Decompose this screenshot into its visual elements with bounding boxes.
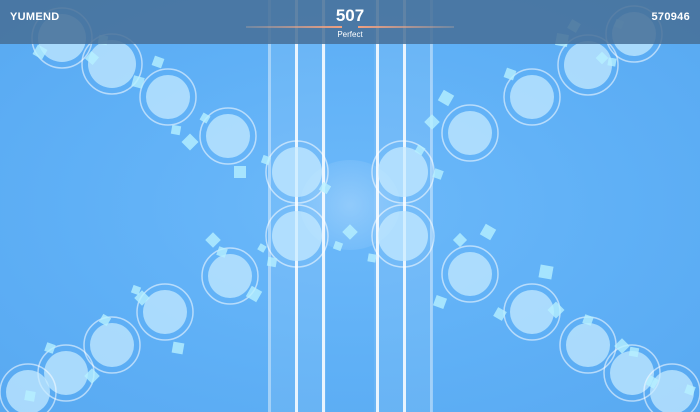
hit-particle xyxy=(171,341,185,355)
hit-particle xyxy=(266,256,278,268)
note-circle xyxy=(448,111,492,155)
hit-particle xyxy=(367,253,377,263)
hit-particle xyxy=(332,240,344,252)
hit-particle xyxy=(234,166,246,178)
hit-particle xyxy=(170,124,182,136)
note-field xyxy=(0,5,700,412)
hit-particle xyxy=(424,114,440,130)
note-circle xyxy=(510,290,554,334)
hit-particle xyxy=(437,89,455,107)
note-circle xyxy=(208,254,252,298)
hit-particle xyxy=(257,243,267,253)
combo-counter: 507 xyxy=(335,6,365,25)
hit-particle xyxy=(199,112,211,124)
hit-particle xyxy=(452,232,468,248)
top-hud-bar: YUMEND 507 Perfect 570946 xyxy=(0,0,700,44)
judgement-label: Perfect xyxy=(337,30,363,39)
note-circle xyxy=(272,147,322,197)
note-circle xyxy=(206,114,250,158)
note-circle xyxy=(143,290,187,334)
hit-particle xyxy=(151,55,165,69)
hit-particle xyxy=(628,346,640,358)
hit-particle xyxy=(44,342,56,354)
hit-particle xyxy=(614,338,630,354)
note-circle xyxy=(272,211,322,261)
score-counter: 570946 xyxy=(651,11,690,23)
note-circle xyxy=(146,75,190,119)
hit-particle xyxy=(24,390,36,402)
note-circle xyxy=(448,252,492,296)
note-circle xyxy=(610,351,654,395)
note-circle xyxy=(566,323,610,367)
note-circle xyxy=(510,75,554,119)
hit-particle xyxy=(479,223,497,241)
note-circle xyxy=(88,40,136,88)
game-playfield[interactable]: YUMEND 507 Perfect 570946 xyxy=(0,0,700,412)
hit-particle xyxy=(181,133,199,151)
hp-bar-left xyxy=(246,26,342,28)
hp-bar-right xyxy=(358,26,454,28)
hit-particle xyxy=(538,264,554,280)
note-circle xyxy=(378,211,428,261)
hit-particle xyxy=(205,232,221,248)
note-circle xyxy=(44,351,88,395)
hit-particle xyxy=(607,57,617,67)
hit-particle xyxy=(342,224,358,240)
note-circle xyxy=(564,41,612,89)
hit-particle xyxy=(503,67,517,81)
hit-particle xyxy=(432,294,448,310)
note-circle xyxy=(90,323,134,367)
